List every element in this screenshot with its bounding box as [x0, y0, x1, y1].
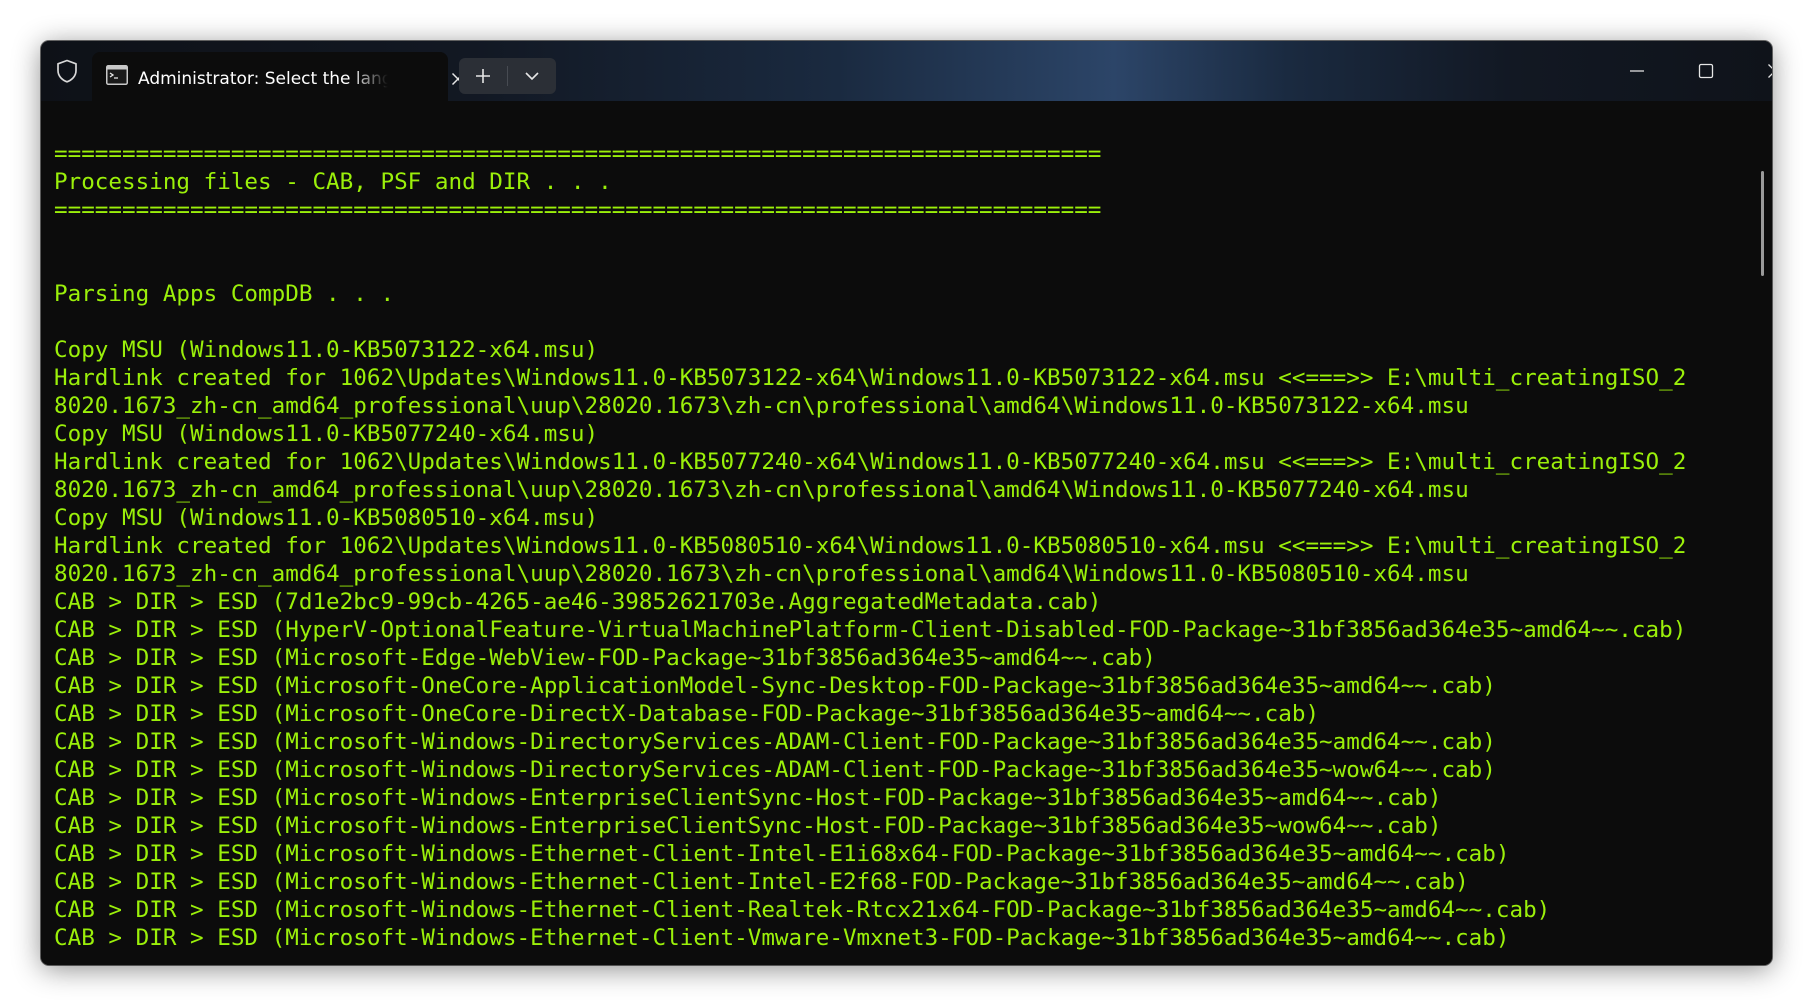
terminal-line: CAB > DIR > ESD (Microsoft-Windows-Direc…	[54, 757, 1496, 783]
terminal-line: Processing files - CAB, PSF and DIR . . …	[54, 169, 612, 195]
terminal-line: CAB > DIR > ESD (Microsoft-Windows-Enter…	[54, 813, 1442, 839]
terminal-line: Copy MSU (Windows11.0-KB5080510-x64.msu)	[54, 505, 599, 531]
terminal-output-area[interactable]: ========================================…	[41, 101, 1772, 965]
terminal-line: Parsing Apps CompDB . . .	[54, 281, 395, 307]
terminal-line: Copy MSU (Windows11.0-KB5077240-x64.msu)	[54, 421, 599, 447]
terminal-line: CAB > DIR > ESD (7d1e2bc9-99cb-4265-ae46…	[54, 589, 1102, 615]
maximize-icon[interactable]	[1672, 41, 1740, 101]
close-icon[interactable]	[1741, 41, 1772, 101]
terminal-line: Hardlink created for 1062\Updates\Window…	[54, 449, 1687, 475]
terminal-line: CAB > DIR > ESD (Microsoft-Edge-WebView-…	[54, 645, 1156, 671]
terminal-line: ========================================…	[54, 197, 1102, 223]
terminal-line: CAB > DIR > ESD (Microsoft-Windows-Enter…	[54, 785, 1442, 811]
terminal-output: ========================================…	[54, 140, 1686, 952]
terminal-line: ========================================…	[54, 141, 1102, 167]
terminal-line: CAB > DIR > ESD (Microsoft-Windows-Ether…	[54, 925, 1510, 951]
terminal-icon	[106, 65, 128, 85]
minimize-icon[interactable]	[1603, 41, 1671, 101]
terminal-line: 8020.1673_zh-cn_amd64_professional\uup\2…	[54, 561, 1469, 587]
terminal-line: CAB > DIR > ESD (Microsoft-Windows-Ether…	[54, 869, 1469, 895]
chevron-down-icon[interactable]	[508, 58, 556, 94]
terminal-line: 8020.1673_zh-cn_amd64_professional\uup\2…	[54, 477, 1469, 503]
terminal-line: CAB > DIR > ESD (Microsoft-OneCore-Appli…	[54, 673, 1496, 699]
shield-icon	[53, 57, 81, 85]
terminal-line: CAB > DIR > ESD (Microsoft-OneCore-Direc…	[54, 701, 1320, 727]
terminal-line: 8020.1673_zh-cn_amd64_professional\uup\2…	[54, 393, 1469, 419]
tab-title: Administrator: Select the lang	[138, 69, 388, 89]
tab-administrator[interactable]: Administrator: Select the lang	[92, 52, 465, 101]
scrollbar[interactable]	[1761, 171, 1764, 276]
terminal-line: Hardlink created for 1062\Updates\Window…	[54, 533, 1687, 559]
tab-actions	[459, 58, 556, 94]
terminal-line: Copy MSU (Windows11.0-KB5073122-x64.msu)	[54, 337, 599, 363]
terminal-line: CAB > DIR > ESD (Microsoft-Windows-Ether…	[54, 841, 1510, 867]
terminal-line: Hardlink created for 1062\Updates\Window…	[54, 365, 1687, 391]
terminal-line: CAB > DIR > ESD (Microsoft-Windows-Direc…	[54, 729, 1496, 755]
plus-icon[interactable]	[459, 58, 507, 94]
terminal-line: CAB > DIR > ESD (HyperV-OptionalFeature-…	[54, 617, 1687, 643]
terminal-window: Administrator: Select the lang =========…	[41, 41, 1772, 965]
title-bar[interactable]: Administrator: Select the lang	[41, 41, 1772, 101]
terminal-line: CAB > DIR > ESD (Microsoft-Windows-Ether…	[54, 897, 1551, 923]
